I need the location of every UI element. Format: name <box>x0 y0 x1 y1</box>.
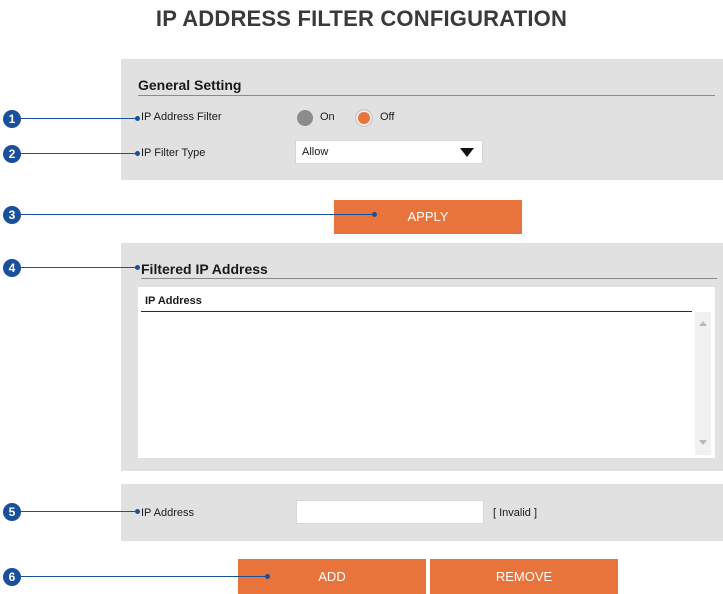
callout-leader-line <box>20 511 138 512</box>
callout-badge: 5 <box>3 503 21 521</box>
filter-off-radio[interactable] <box>355 109 373 127</box>
callout-leader-dot <box>135 116 140 121</box>
filter-off-label: Off <box>380 111 395 123</box>
callout-badge: 6 <box>3 568 21 586</box>
page-title: IP ADDRESS FILTER CONFIGURATION <box>155 6 568 31</box>
filtered-ip-title: Filtered IP Address <box>141 261 268 277</box>
callout-badge: 1 <box>3 110 21 128</box>
chevron-down-icon <box>460 148 474 157</box>
callout-leader-dot <box>265 574 270 579</box>
filter-on-radio[interactable] <box>297 110 313 126</box>
list-header-divider <box>141 311 692 312</box>
callout-leader-line <box>20 214 375 215</box>
callout-leader-line <box>20 153 138 154</box>
callout-leader-line <box>20 118 138 119</box>
callout-leader-dot <box>372 212 377 217</box>
filter-on-label: On <box>320 111 335 123</box>
ip-filter-type-select[interactable]: Allow <box>295 140 483 164</box>
filtered-ip-divider <box>141 278 717 279</box>
callout-leader-dot <box>135 265 140 270</box>
list-scrollbar[interactable] <box>695 312 711 455</box>
ip-validation-status: [ Invalid ] <box>493 507 538 519</box>
general-setting-title: General Setting <box>138 77 242 93</box>
general-setting-divider <box>138 95 715 96</box>
apply-button[interactable]: APPLY <box>334 200 522 234</box>
callout-badge: 2 <box>3 145 21 163</box>
ip-address-column-header: IP Address <box>145 295 202 307</box>
ip-filter-type-label: IP Filter Type <box>141 147 206 159</box>
ip-address-filter-label: IP Address Filter <box>141 111 222 123</box>
callout-badge: 3 <box>3 206 21 224</box>
ip-address-label: IP Address <box>141 507 194 519</box>
scroll-down-icon[interactable] <box>699 440 707 445</box>
ip-address-input[interactable] <box>296 500 484 524</box>
remove-button[interactable]: REMOVE <box>430 559 618 594</box>
callout-leader-line <box>20 267 138 268</box>
ip-filter-type-value: Allow <box>302 146 329 158</box>
callout-leader-dot <box>135 151 140 156</box>
callout-leader-dot <box>135 509 140 514</box>
callout-badge: 4 <box>3 259 21 277</box>
filtered-ip-list[interactable] <box>138 287 715 458</box>
scroll-up-icon[interactable] <box>699 321 707 326</box>
callout-leader-line <box>20 576 268 577</box>
